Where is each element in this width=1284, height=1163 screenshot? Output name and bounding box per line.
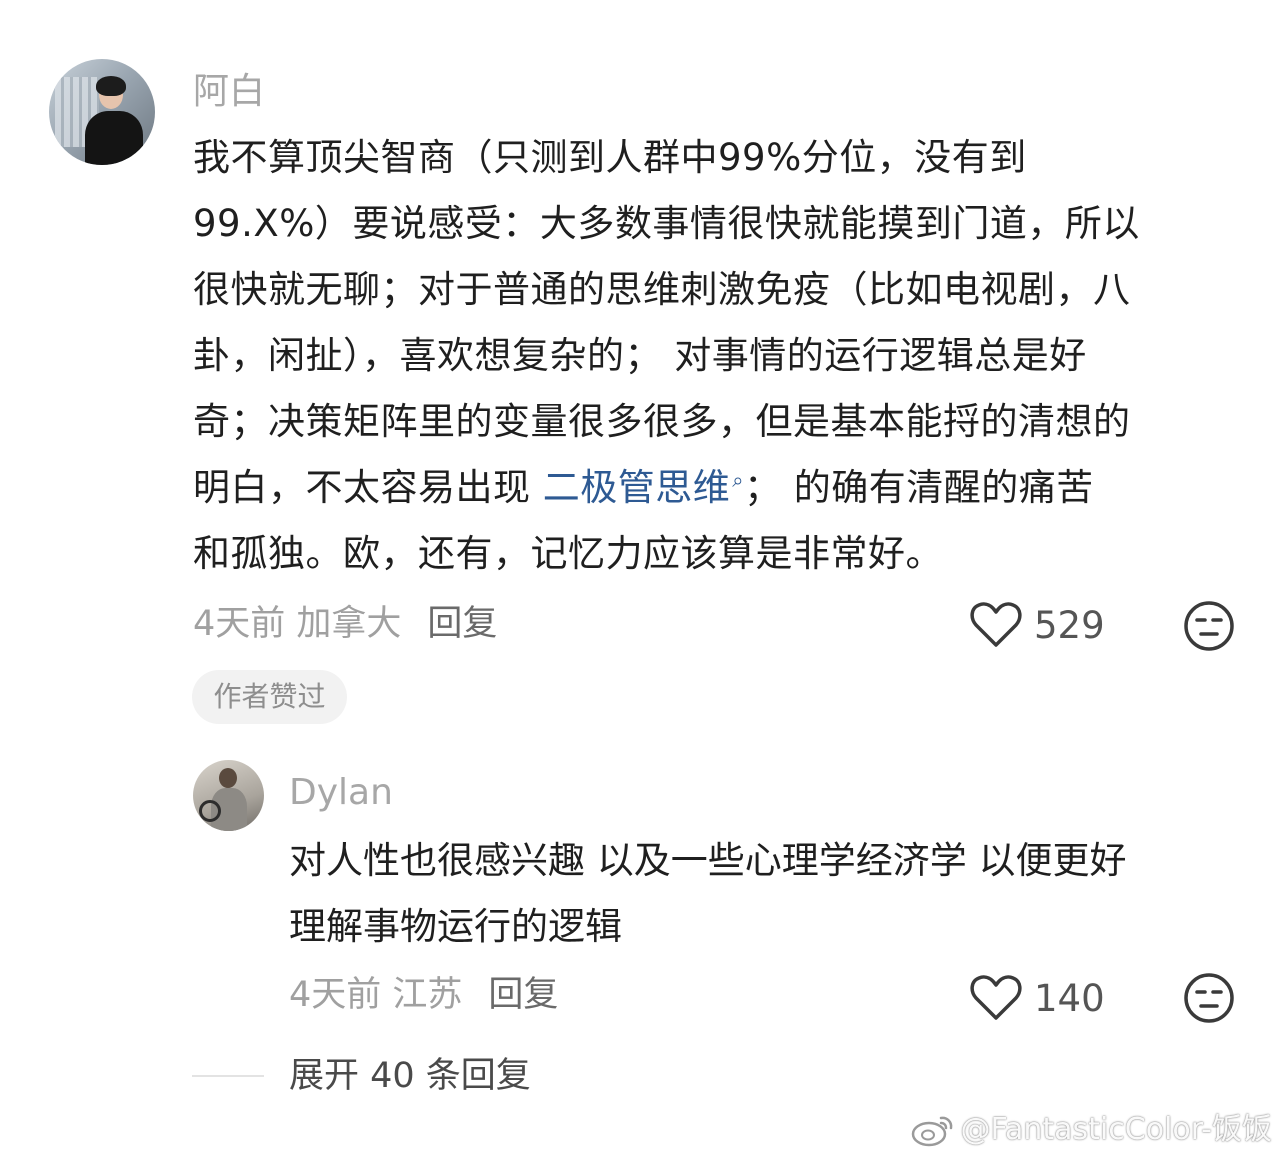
heart-icon [970, 975, 1022, 1020]
watermark-text: @FantasticColor-饭饭 [960, 1112, 1273, 1147]
reply-line: 对人性也很感兴趣 以及一些心理学经济学 以便更好 [289, 839, 1127, 882]
reply-line: 理解事物运行的逻辑 [289, 905, 622, 948]
meh-face-icon[interactable] [1183, 600, 1235, 652]
reply-time-location: 4天前 江苏 [289, 975, 463, 1015]
comment-like-count: 529 [1034, 603, 1105, 647]
commenter-avatar[interactable] [49, 59, 155, 165]
expand-replies-button[interactable]: 展开 40 条回复 [289, 1054, 531, 1098]
comment-line: 很快就无聊；对于普通的思维刺激免疫（比如电视剧，八 [193, 268, 1131, 311]
comment-meta: 4天前 加拿大 回复 [193, 602, 497, 646]
replier-avatar[interactable] [193, 760, 264, 831]
comment-like-button[interactable]: 529 [970, 601, 1105, 649]
weibo-logo-icon [911, 1116, 952, 1147]
comment-line-suffix: ； 的确有清醒的痛苦 [743, 466, 1094, 509]
reply-like-button[interactable]: 140 [970, 974, 1105, 1022]
comment-line: 奇；决策矩阵里的变量很多很多，但是基本能捋的清想的 [193, 400, 1131, 443]
reply-reply-button[interactable]: 回复 [488, 975, 558, 1015]
comment-line: 明白，不太容易出现 二极管思维 ⌕； 的确有清醒的痛苦 [193, 455, 1140, 521]
comment-reply-button[interactable]: 回复 [427, 604, 497, 644]
author-liked-badge: 作者赞过 [192, 670, 347, 724]
expand-divider [192, 1075, 264, 1077]
meh-face-icon[interactable] [1183, 972, 1235, 1024]
comment-body: 我不算顶尖智商（只测到人群中99%分位，没有到 99.X%）要说感受：大多数事情… [193, 125, 1140, 587]
avatar-figure-hair [96, 76, 126, 96]
avatar-figure-head [219, 768, 237, 788]
comment-line-prefix: 明白，不太容易出现 [193, 466, 543, 509]
commenter-username[interactable]: 阿白 [193, 70, 265, 114]
reply-meta: 4天前 江苏 回复 [289, 973, 558, 1017]
search-link-icon: ⌕ [732, 467, 744, 492]
replier-username[interactable]: Dylan [289, 771, 393, 815]
avatar-bike-wheel [199, 800, 221, 822]
search-keyword-link[interactable]: 二极管思维 ⌕ [543, 466, 744, 509]
comment-line: 和孤独。欧，还有，记忆力应该算是非常好。 [193, 532, 943, 575]
heart-icon [970, 602, 1022, 647]
reply-body: 对人性也很感兴趣 以及一些心理学经济学 以便更好 理解事物运行的逻辑 [289, 828, 1127, 960]
comment-line: 卦，闲扯），喜欢想复杂的； 对事情的运行逻辑总是好 [193, 334, 1087, 377]
avatar-figure-body [85, 111, 143, 165]
comment-line: 99.X%）要说感受：大多数事情很快就能摸到门道，所以 [193, 202, 1140, 245]
watermark: @FantasticColor-饭饭 [911, 1110, 1273, 1150]
reply-like-count: 140 [1034, 976, 1105, 1020]
comment-line: 我不算顶尖智商（只测到人群中99%分位，没有到 [193, 136, 1027, 179]
comment-time-location: 4天前 加拿大 [193, 604, 402, 644]
search-keyword-text[interactable]: 二极管思维 [543, 466, 731, 509]
